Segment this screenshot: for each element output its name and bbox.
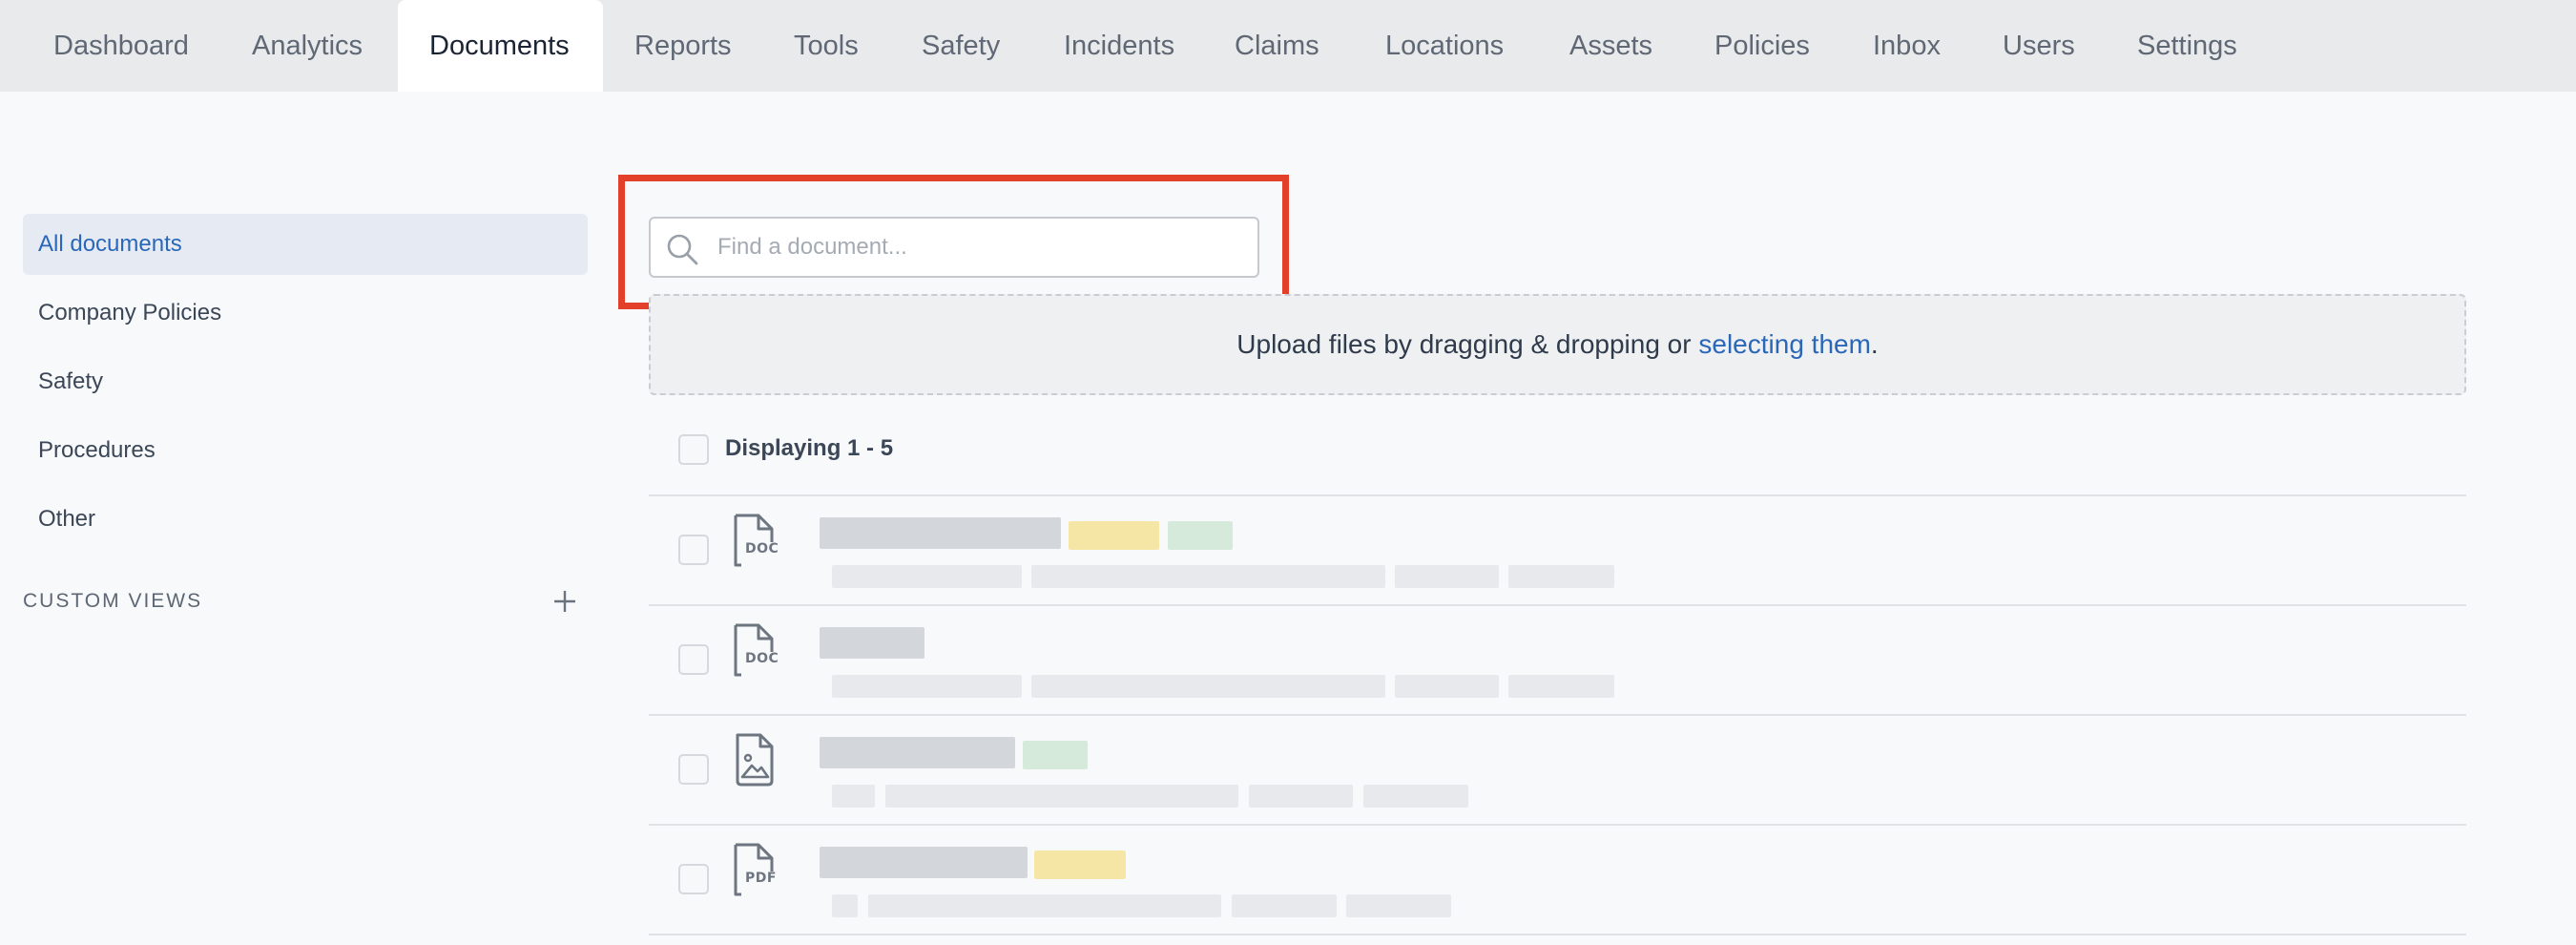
tab-inbox[interactable]: Inbox [1852, 0, 1957, 92]
custom-views-heading: CUSTOM VIEWS [23, 590, 203, 612]
sidebar-item-other[interactable]: Other [23, 489, 588, 550]
row-checkbox[interactable] [678, 754, 709, 785]
meta-placeholder [1249, 785, 1353, 808]
meta-placeholder [832, 785, 875, 808]
document-title-placeholder [820, 627, 924, 659]
pdf-file-icon: PDF [732, 841, 779, 898]
row-checkbox[interactable] [678, 535, 709, 565]
meta-placeholder [1031, 565, 1385, 588]
file-type-label: PDF [745, 871, 777, 886]
document-title-placeholder [820, 517, 1061, 549]
tag-placeholder [1023, 741, 1088, 769]
image-file-icon [732, 731, 779, 788]
select-all-checkbox[interactable] [678, 434, 709, 465]
tab-reports[interactable]: Reports [613, 0, 747, 92]
tab-claims[interactable]: Claims [1214, 0, 1338, 92]
meta-placeholder [832, 565, 1022, 588]
tab-policies[interactable]: Policies [1693, 0, 1832, 92]
tab-analytics[interactable]: Analytics [231, 0, 387, 92]
meta-placeholder [1232, 894, 1337, 917]
search-field[interactable] [649, 217, 1259, 278]
tab-locations[interactable]: Locations [1364, 0, 1522, 92]
meta-placeholder [1395, 675, 1499, 698]
top-nav: Dashboard Analytics Documents Reports To… [0, 0, 2576, 92]
document-title-placeholder [820, 737, 1015, 768]
meta-placeholder [1363, 785, 1468, 808]
tag-placeholder [1034, 850, 1126, 879]
upload-dropzone[interactable]: Upload files by dragging & dropping or s… [649, 294, 2466, 395]
tab-documents[interactable]: Documents [398, 0, 603, 92]
sidebar-item-company-policies[interactable]: Company Policies [23, 283, 588, 344]
document-title-placeholder [820, 847, 1028, 878]
meta-placeholder [832, 675, 1022, 698]
tab-safety[interactable]: Safety [901, 0, 1015, 92]
file-type-label: DOC [745, 541, 779, 556]
add-custom-view-button[interactable] [550, 586, 580, 617]
select-files-link[interactable]: selecting them [1698, 329, 1871, 359]
plus-icon [554, 591, 575, 612]
tab-tools[interactable]: Tools [773, 0, 878, 92]
displaying-count: Displaying 1 - 5 [725, 435, 894, 461]
row-checkbox[interactable] [678, 864, 709, 894]
meta-placeholder [1346, 894, 1451, 917]
sidebar-item-all-documents[interactable]: All documents [23, 214, 588, 275]
meta-placeholder [1508, 675, 1614, 698]
upload-period: . [1870, 329, 1879, 359]
tag-placeholder [1168, 521, 1233, 550]
meta-placeholder [832, 894, 858, 917]
sidebar-item-safety[interactable]: Safety [23, 351, 588, 412]
tab-users[interactable]: Users [1982, 0, 2087, 92]
upload-instructions: Upload files by dragging & dropping or [1236, 329, 1699, 359]
sidebar-item-procedures[interactable]: Procedures [23, 420, 588, 481]
tab-settings[interactable]: Settings [2116, 0, 2250, 92]
tab-dashboard[interactable]: Dashboard [32, 0, 191, 92]
tag-placeholder [1069, 521, 1159, 550]
list-item[interactable] [649, 716, 2466, 825]
list-item[interactable]: PDF [649, 826, 2466, 934]
doc-file-icon: DOC [732, 621, 779, 679]
list-item[interactable]: DOC [649, 606, 2466, 715]
meta-placeholder [1031, 675, 1385, 698]
file-type-label: DOC [745, 651, 779, 666]
divider [649, 934, 2466, 935]
search-input[interactable] [717, 219, 1242, 276]
tab-assets[interactable]: Assets [1548, 0, 1670, 92]
meta-placeholder [885, 785, 1238, 808]
tab-incidents[interactable]: Incidents [1043, 0, 1186, 92]
doc-file-icon: DOC [732, 512, 779, 569]
search-icon [667, 234, 698, 265]
row-checkbox[interactable] [678, 644, 709, 675]
list-item[interactable]: DOC [649, 496, 2466, 605]
meta-placeholder [1395, 565, 1499, 588]
meta-placeholder [1508, 565, 1614, 588]
meta-placeholder [868, 894, 1221, 917]
